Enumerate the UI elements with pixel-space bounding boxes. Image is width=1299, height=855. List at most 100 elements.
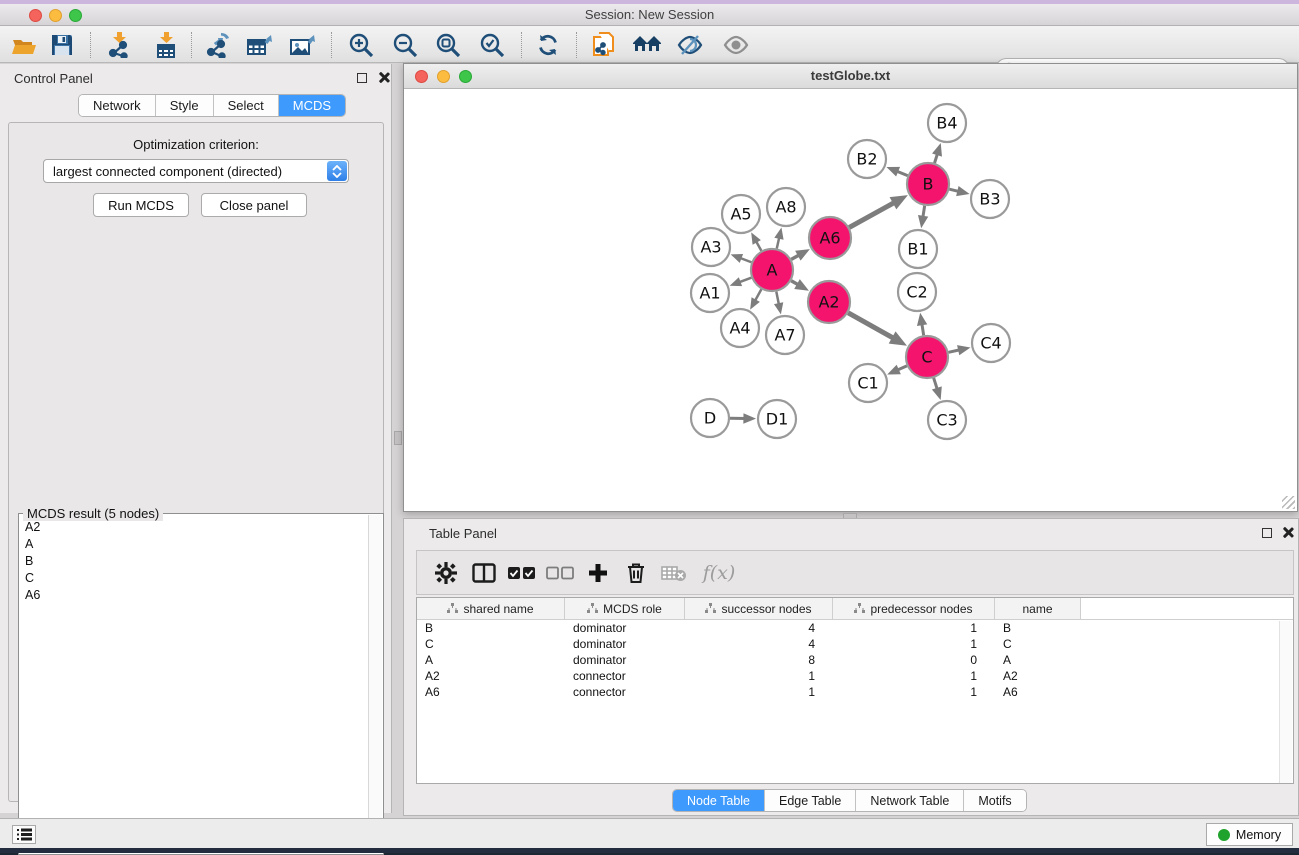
column-header-name[interactable]: name: [995, 598, 1081, 619]
export-image-icon[interactable]: [286, 31, 320, 59]
window-resize-grip[interactable]: [1282, 496, 1295, 509]
panel-menu-icon[interactable]: [12, 825, 36, 844]
table-scrollbar[interactable]: [1279, 621, 1292, 783]
table-cell[interactable]: A: [995, 653, 1081, 667]
mcds-result-item[interactable]: C: [20, 569, 366, 586]
zoom-selected-icon[interactable]: [475, 31, 509, 59]
import-table-icon[interactable]: [149, 31, 183, 59]
criterion-select[interactable]: largest connected component (directed): [43, 159, 349, 183]
float-panel-icon[interactable]: [357, 73, 367, 83]
workspace: Control Panel NetworkStyleSelectMCDS Opt…: [0, 63, 1299, 818]
mcds-result-item[interactable]: B: [20, 552, 366, 569]
show-graphics-details-icon[interactable]: [719, 31, 753, 59]
zoom-fit-icon[interactable]: [431, 31, 465, 59]
mcds-result-item[interactable]: A: [20, 535, 366, 552]
graph-edge[interactable]: [739, 278, 752, 283]
close-panel-button[interactable]: Close panel: [201, 193, 307, 217]
tab-network-table[interactable]: Network Table: [856, 790, 964, 811]
mcds-result-item[interactable]: A6: [20, 586, 366, 603]
table-cell[interactable]: connector: [565, 669, 685, 683]
open-session-icon[interactable]: [7, 31, 41, 59]
table-cell[interactable]: A6: [417, 685, 565, 699]
tab-motifs[interactable]: Motifs: [964, 790, 1025, 811]
close-panel-icon[interactable]: [1282, 527, 1293, 538]
mcds-result-item[interactable]: A2: [20, 518, 366, 535]
table-cell[interactable]: 4: [685, 637, 833, 651]
table-row[interactable]: A2connector11A2: [417, 668, 1293, 684]
tab-select[interactable]: Select: [214, 95, 279, 116]
refresh-icon[interactable]: [531, 31, 565, 59]
settings-gear-icon[interactable]: [427, 562, 465, 584]
table-cell[interactable]: 1: [833, 685, 995, 699]
table-cell[interactable]: A2: [995, 669, 1081, 683]
table-cell[interactable]: 1: [685, 669, 833, 683]
mcds-result-list[interactable]: A2ABCA6: [20, 518, 366, 848]
memory-button[interactable]: Memory: [1206, 823, 1293, 846]
mcds-panel: Optimization criterion: largest connecte…: [8, 122, 384, 802]
graph-edge[interactable]: [848, 313, 894, 339]
deselect-all-columns-icon[interactable]: [541, 566, 579, 580]
graph-edge[interactable]: [849, 202, 894, 227]
table-cell[interactable]: 0: [833, 653, 995, 667]
close-panel-icon[interactable]: [378, 72, 389, 83]
node-label: B2: [856, 150, 877, 169]
table-cell[interactable]: dominator: [565, 621, 685, 635]
graph-edge[interactable]: [755, 289, 762, 301]
home-views-icon[interactable]: [630, 31, 664, 59]
split-column-icon[interactable]: [465, 563, 503, 583]
zoom-out-icon[interactable]: [388, 31, 422, 59]
table-row[interactable]: Adominator80A: [417, 652, 1293, 668]
tab-node-table[interactable]: Node Table: [673, 790, 765, 811]
table-cell[interactable]: dominator: [565, 637, 685, 651]
table-cell[interactable]: B: [995, 621, 1081, 635]
delete-table-icon[interactable]: [655, 564, 693, 582]
table-cell[interactable]: 4: [685, 621, 833, 635]
table-cell[interactable]: B: [417, 621, 565, 635]
column-type-icon: [854, 603, 865, 614]
table-cell[interactable]: 1: [833, 621, 995, 635]
table-cell[interactable]: connector: [565, 685, 685, 699]
column-header-shared-name[interactable]: shared name: [417, 598, 565, 619]
delete-column-icon[interactable]: [617, 562, 655, 584]
export-table-icon[interactable]: [243, 31, 277, 59]
table-cell[interactable]: C: [417, 637, 565, 651]
app-window: Session: New Session: [0, 0, 1299, 853]
result-scrollbar[interactable]: [368, 515, 382, 848]
splitpane-handle-vertical[interactable]: [394, 431, 402, 445]
add-column-icon[interactable]: [579, 562, 617, 584]
network-graph[interactable]: B4B2BB3A5A8A6A3B1AA1C2A2A4A7C4CC1DD1C3: [404, 89, 1297, 511]
table-cell[interactable]: A: [417, 653, 565, 667]
zoom-in-icon[interactable]: [344, 31, 378, 59]
table-row[interactable]: Cdominator41C: [417, 636, 1293, 652]
open-network-file-icon[interactable]: [588, 31, 622, 59]
table-cell[interactable]: 1: [685, 685, 833, 699]
table-cell[interactable]: 8: [685, 653, 833, 667]
tab-style[interactable]: Style: [156, 95, 214, 116]
float-panel-icon[interactable]: [1262, 528, 1272, 538]
save-session-icon[interactable]: [45, 31, 79, 59]
table-cell[interactable]: 1: [833, 669, 995, 683]
column-header-successor-nodes[interactable]: successor nodes: [685, 598, 833, 619]
column-header-MCDS-role[interactable]: MCDS role: [565, 598, 685, 619]
tab-mcds[interactable]: MCDS: [279, 95, 345, 116]
select-all-columns-icon[interactable]: [503, 566, 541, 580]
node-table[interactable]: shared nameMCDS rolesuccessor nodesprede…: [416, 597, 1294, 784]
column-header-predecessor-nodes[interactable]: predecessor nodes: [833, 598, 995, 619]
table-cell[interactable]: A2: [417, 669, 565, 683]
table-cell[interactable]: dominator: [565, 653, 685, 667]
table-cell[interactable]: C: [995, 637, 1081, 651]
graph-edge[interactable]: [776, 292, 779, 306]
hide-graphics-details-icon[interactable]: [673, 31, 707, 59]
table-row[interactable]: Bdominator41B: [417, 620, 1293, 636]
table-cell[interactable]: A6: [995, 685, 1081, 699]
table-panel-tabs: Node TableEdge TableNetwork TableMotifs: [672, 789, 1027, 812]
export-network-icon[interactable]: [201, 31, 235, 59]
table-cell[interactable]: 1: [833, 637, 995, 651]
run-mcds-button[interactable]: Run MCDS: [93, 193, 189, 217]
tab-network[interactable]: Network: [79, 95, 156, 116]
function-builder-icon[interactable]: f(x): [693, 562, 745, 584]
table-row[interactable]: A6connector11A6: [417, 684, 1293, 700]
network-canvas[interactable]: B4B2BB3A5A8A6A3B1AA1C2A2A4A7C4CC1DD1C3: [404, 89, 1297, 511]
import-network-icon[interactable]: [102, 31, 136, 59]
tab-edge-table[interactable]: Edge Table: [765, 790, 856, 811]
